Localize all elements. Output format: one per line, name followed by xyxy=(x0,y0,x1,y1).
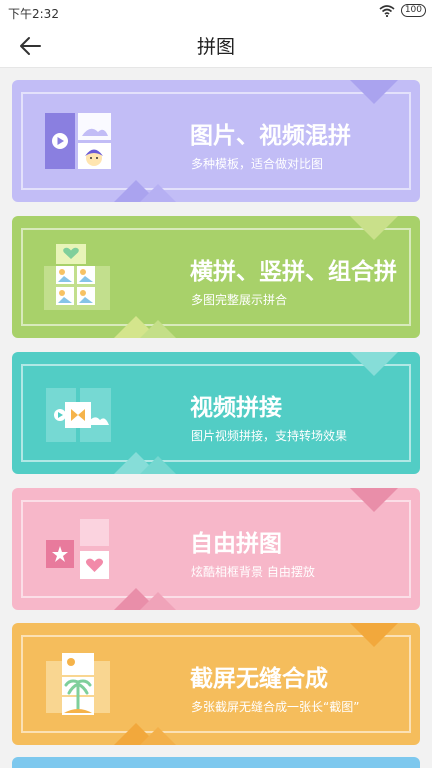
card-subtitle: 多种模板，适合做对比图 xyxy=(191,157,324,171)
status-icons: 100 xyxy=(379,4,426,17)
screenshot-stitch-card[interactable]: 截屏无缝合成 多张截屏无缝合成一张长“截图” xyxy=(12,623,420,745)
free-collage-card[interactable]: 自由拼图 炫酷相框背景 自由摆放 xyxy=(12,488,420,610)
card-subtitle: 多张截屏无缝合成一张长“截图” xyxy=(191,700,360,714)
grid-collage-icon xyxy=(42,244,114,310)
video-join-icon xyxy=(42,380,114,446)
card-subtitle: 图片视频拼接，支持转场效果 xyxy=(191,429,348,443)
image-video-mix-icon xyxy=(42,108,114,174)
app-bar: 拼图 xyxy=(0,24,432,68)
screenshot-stitch-icon xyxy=(42,651,114,717)
battery-icon: 100 xyxy=(400,4,426,17)
card-title: 截屏无缝合成 xyxy=(190,666,328,692)
status-time: 下午2:32 xyxy=(8,7,59,21)
grid-collage-card[interactable]: 横拼、竖拼、组合拼 多图完整展示拼合 xyxy=(12,216,420,338)
card-title: 视频拼接 xyxy=(190,395,282,421)
page-title: 拼图 xyxy=(196,36,235,58)
free-collage-icon xyxy=(42,516,114,582)
wifi-icon xyxy=(379,4,395,17)
status-bar: 下午2:32 100 xyxy=(0,0,432,24)
card-title: 横拼、竖拼、组合拼 xyxy=(190,259,397,285)
image-video-mix-card[interactable]: 图片、视频混拼 多种模板，适合做对比图 xyxy=(12,80,420,202)
next-card-peek[interactable] xyxy=(12,757,420,768)
card-subtitle: 炫酷相框背景 自由摆放 xyxy=(191,565,315,579)
card-subtitle: 多图完整展示拼合 xyxy=(191,293,288,307)
card-title: 自由拼图 xyxy=(190,531,282,557)
video-join-card[interactable]: 视频拼接 图片视频拼接，支持转场效果 xyxy=(12,352,420,474)
card-title: 图片、视频混拼 xyxy=(190,123,351,149)
